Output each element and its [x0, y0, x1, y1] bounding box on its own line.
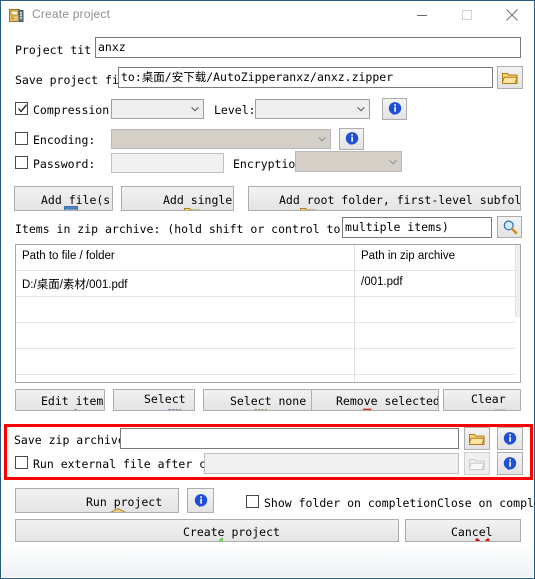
folder-open-icon — [469, 458, 485, 470]
add-files-label: Add file(s) — [41, 193, 113, 207]
folder-open-icon — [469, 433, 485, 445]
add-single-button[interactable]: Add single — [121, 186, 234, 211]
create-project-button[interactable]: Create project — [15, 519, 399, 542]
select-all-label: Select — [144, 392, 186, 406]
folder-open-icon — [502, 72, 518, 84]
remove-selected-button[interactable]: Remove selected — [311, 389, 439, 411]
encoding-info-button[interactable] — [339, 128, 364, 150]
run-external-input[interactable] — [204, 453, 459, 474]
select-none-label: Select none — [230, 394, 307, 408]
clear-button[interactable]: Clear — [443, 389, 521, 411]
compression-checkbox[interactable] — [15, 102, 28, 115]
run-external-checkbox[interactable] — [15, 456, 28, 469]
remove-selected-label: Remove selected — [336, 394, 439, 408]
scrollbar-thumb[interactable] — [515, 245, 520, 317]
row-target-path: /001.pdf — [361, 276, 403, 288]
run-project-label: Run project — [86, 495, 163, 509]
compression-select[interactable]: Deflate — [111, 99, 204, 119]
cancel-label: Cancel — [451, 525, 493, 539]
run-external-info-button[interactable] — [497, 452, 523, 475]
app-window-icon — [9, 8, 25, 24]
column-header-target: Path in zip archive — [361, 250, 455, 262]
close-on-completion-label: Close on completion — [437, 496, 535, 510]
level-info-button[interactable] — [382, 98, 407, 120]
save-project-file-browse-button[interactable] — [497, 66, 523, 89]
chevron-down-icon — [389, 159, 397, 164]
checkmark-icon — [18, 104, 28, 113]
compression-label: Compression: — [33, 103, 117, 117]
add-root-folder-label: Add root folder, first-level subfolders — [279, 193, 521, 207]
info-icon — [503, 431, 517, 445]
create-project-label: Create project — [183, 525, 280, 539]
save-zip-browse-button[interactable] — [464, 427, 490, 450]
maximize-icon[interactable] — [444, 1, 489, 29]
info-icon — [194, 493, 207, 507]
row-source-path: D:/桌面/素材/001.pdf — [22, 279, 128, 291]
level-select[interactable]: 6 — [255, 99, 370, 119]
select-all-button[interactable]: Select — [113, 389, 195, 411]
project-title-input[interactable]: anxz — [95, 37, 521, 58]
save-zip-input[interactable] — [120, 428, 459, 449]
add-root-folder-button[interactable]: Add root folder, first-level subfolders — [248, 186, 521, 211]
table-row-empty[interactable] — [16, 297, 520, 322]
minimize-icon[interactable] — [399, 1, 444, 29]
row-separator — [16, 374, 520, 375]
save-project-file-label: Save project file — [15, 73, 133, 87]
chevron-down-icon — [357, 106, 365, 112]
edit-item-label: Edit item — [41, 394, 104, 408]
list-header-row: Path to file / folder Path in zip archiv… — [16, 245, 520, 270]
encoding-select[interactable]: 65001 UTF-8 — [111, 129, 331, 149]
table-row[interactable]: D:/桌面/素材/001.pdf /001.pdf — [16, 271, 520, 296]
footer-strip — [2, 545, 533, 577]
items-in-archive-label: Items in zip archive: (hold shift or con… — [15, 222, 389, 236]
show-folder-on-completion-checkbox[interactable] — [246, 495, 259, 508]
cancel-button[interactable]: Cancel — [405, 519, 521, 542]
password-checkbox[interactable] — [15, 156, 28, 169]
chevron-down-icon — [318, 136, 326, 142]
encoding-checkbox[interactable] — [15, 132, 28, 145]
add-single-label: Add single — [163, 193, 233, 207]
save-zip-info-button[interactable] — [497, 427, 523, 450]
table-row-empty[interactable] — [16, 323, 520, 348]
password-label: Password: — [33, 157, 96, 171]
info-icon — [503, 456, 517, 470]
title-bar: Create project — [1, 1, 534, 31]
encoding-label: Encoding: — [33, 133, 96, 147]
items-search-button[interactable] — [497, 216, 522, 238]
select-none-button[interactable]: Select none — [203, 389, 313, 411]
list-scrollbar[interactable] — [515, 245, 520, 382]
clear-label: Clear — [471, 392, 506, 406]
show-folder-on-completion-label: Show folder on completion — [264, 496, 438, 510]
project-title-label: Project tit — [15, 43, 92, 57]
info-icon — [345, 132, 358, 146]
encryption-select[interactable]: PkzipWeak — [295, 151, 402, 172]
items-list[interactable]: 安 安下载 anxz.com Path to file / folder Pat… — [15, 244, 521, 383]
save-project-file-input[interactable]: to:桌面/安下载/AutoZipperanxz/anxz.zipper — [118, 67, 493, 88]
run-project-button[interactable]: Run project — [15, 488, 179, 513]
run-project-info-button[interactable] — [187, 488, 214, 513]
column-header-source: Path to file / folder — [22, 250, 115, 262]
items-filter-input[interactable]: multiple items) — [342, 217, 492, 238]
info-icon — [388, 102, 401, 116]
chevron-down-icon — [191, 106, 199, 112]
create-project-dialog: Create project Project tit anxz Save pro… — [0, 0, 535, 579]
password-input[interactable] — [111, 153, 224, 173]
page-title: Create project — [32, 7, 111, 21]
table-row-empty[interactable] — [16, 349, 520, 374]
level-label: Level: — [214, 103, 256, 117]
add-files-button[interactable]: Add file(s) — [14, 186, 113, 211]
run-external-browse-button[interactable] — [464, 452, 490, 475]
edit-item-button[interactable]: Edit item — [15, 389, 105, 411]
search-icon — [503, 220, 517, 235]
close-icon[interactable] — [489, 1, 534, 29]
